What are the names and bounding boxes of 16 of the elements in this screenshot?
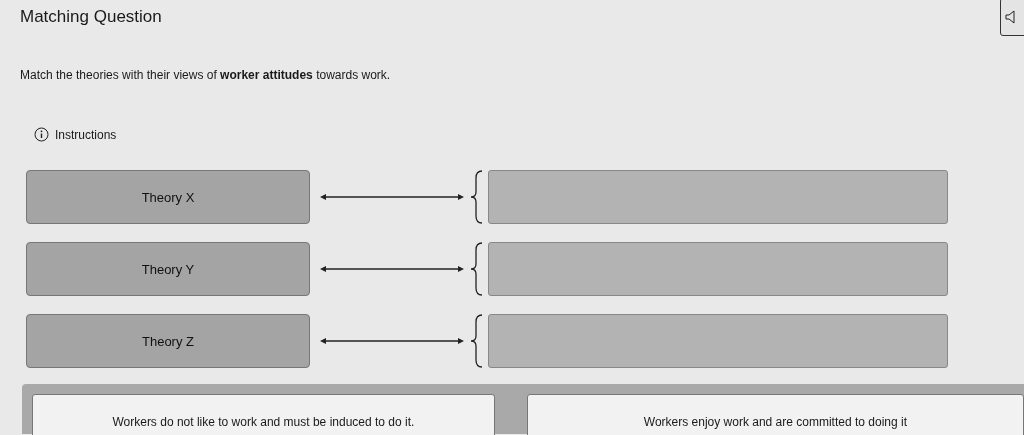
question-title: Matching Question [20,6,162,28]
answer-card[interactable]: Workers enjoy work and are committed to doing it [526,394,1024,435]
speaker-icon [1005,10,1015,24]
question-prompt: Match the theories with their views of worker attitudes towards work. [20,68,392,82]
drop-zone[interactable] [488,242,948,296]
brace-icon [470,242,484,296]
theory-card[interactable]: Theory Z [26,314,310,368]
theory-card[interactable]: Theory X [26,170,310,224]
info-icon [34,127,49,142]
instructions-link[interactable]: Instructions [55,127,117,142]
brace-icon [470,314,484,368]
theory-card[interactable]: Theory Y [26,242,310,296]
drop-zone[interactable] [488,170,948,224]
drop-zone[interactable] [488,314,948,368]
answer-card[interactable]: Workers do not like to work and must be induced to do it. [32,394,495,435]
brace-icon [470,170,484,224]
